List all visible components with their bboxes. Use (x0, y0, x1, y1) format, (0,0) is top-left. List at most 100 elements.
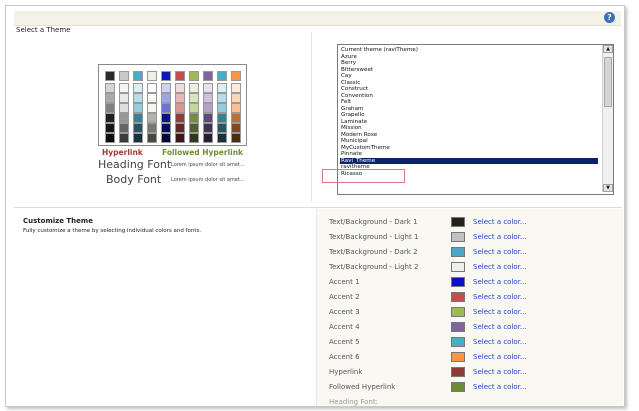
preview-swatch (217, 93, 227, 103)
preview-swatch (119, 113, 129, 123)
preview-heading-sample: Lorem ipsum dolor sit amet... (171, 162, 245, 168)
color-swatch[interactable] (451, 367, 465, 377)
color-setting-row: Accent 5 Select a color... (324, 336, 624, 350)
color-setting-label: Accent 6 (329, 353, 360, 361)
preview-followed-hyperlink: Followed Hyperlink (162, 148, 244, 157)
preview-swatch (161, 123, 171, 133)
preview-swatch (203, 133, 213, 143)
theme-preview-palette (98, 64, 247, 146)
color-swatch[interactable] (451, 217, 465, 227)
select-color-link[interactable]: Select a color... (473, 293, 527, 301)
color-swatch[interactable] (451, 322, 465, 332)
preview-swatch (203, 103, 213, 113)
preview-swatch (175, 71, 185, 81)
preview-swatch (147, 103, 157, 113)
theme-list-items: Current theme (raviTheme) Azure Berry Bitte… (340, 47, 598, 177)
preview-swatch (119, 83, 129, 93)
preview-swatch (161, 133, 171, 143)
color-swatch[interactable] (451, 292, 465, 302)
select-color-link[interactable]: Select a color... (473, 218, 527, 226)
preview-swatch (175, 123, 185, 133)
help-icon[interactable]: ? (604, 12, 615, 23)
preview-swatch (189, 133, 199, 143)
select-color-link[interactable]: Select a color... (473, 233, 527, 241)
color-setting-label: Text/Background - Dark 1 (329, 218, 418, 226)
preview-heading-font: Heading Font (98, 158, 172, 171)
preview-swatch (189, 71, 199, 81)
preview-swatch (105, 103, 115, 113)
color-swatch[interactable] (451, 277, 465, 287)
color-swatch[interactable] (451, 307, 465, 317)
preview-swatch (203, 71, 213, 81)
preview-swatch (231, 123, 241, 133)
color-setting-row: Text/Background - Dark 1 Select a color..… (324, 216, 624, 230)
color-setting-label: Accent 4 (329, 323, 360, 331)
theme-list-scrollbar[interactable]: ▲ ▼ (602, 45, 613, 192)
preview-swatch (189, 83, 199, 93)
color-swatch[interactable] (451, 247, 465, 257)
preview-swatch (105, 83, 115, 93)
preview-swatch (189, 103, 199, 113)
preview-swatch (161, 113, 171, 123)
color-setting-row: Accent 4 Select a color... (324, 321, 624, 335)
color-setting-row: Accent 3 Select a color... (324, 306, 624, 320)
preview-swatch (231, 93, 241, 103)
preview-swatch (203, 83, 213, 93)
color-swatch[interactable] (451, 262, 465, 272)
preview-swatch (175, 133, 185, 143)
selection-highlight-box (322, 169, 405, 183)
color-swatch[interactable] (451, 337, 465, 347)
color-swatch[interactable] (451, 382, 465, 392)
select-color-link[interactable]: Select a color... (473, 368, 527, 376)
color-swatch[interactable] (451, 352, 465, 362)
preview-swatch (105, 71, 115, 81)
preview-swatch (119, 93, 129, 103)
scroll-thumb[interactable] (604, 57, 612, 107)
preview-swatch (217, 71, 227, 81)
preview-swatch (161, 103, 171, 113)
preview-swatch (105, 133, 115, 143)
color-setting-row: Hyperlink Select a color... (324, 366, 624, 380)
color-setting-label: Text/Background - Light 2 (329, 263, 419, 271)
preview-swatch (147, 71, 157, 81)
preview-swatch (231, 71, 241, 81)
scroll-down-icon[interactable]: ▼ (603, 184, 613, 192)
preview-body-font: Body Font (106, 173, 162, 186)
select-color-link[interactable]: Select a color... (473, 338, 527, 346)
preview-swatch (175, 93, 185, 103)
theme-window: ? Select a Theme Hyperlink Followed Hype… (5, 5, 625, 407)
color-setting-row: Accent 1 Select a color... (324, 276, 624, 290)
select-color-link[interactable]: Select a color... (473, 353, 527, 361)
select-color-link[interactable]: Select a color... (473, 278, 527, 286)
select-color-link[interactable]: Select a color... (473, 263, 527, 271)
preview-swatch (203, 123, 213, 133)
color-setting-row: Accent 2 Select a color... (324, 291, 624, 305)
preview-swatch (189, 93, 199, 103)
preview-swatch (105, 113, 115, 123)
preview-swatch (161, 93, 171, 103)
scroll-up-icon[interactable]: ▲ (603, 45, 613, 53)
select-color-link[interactable]: Select a color... (473, 248, 527, 256)
preview-swatch (217, 103, 227, 113)
select-color-link[interactable]: Select a color... (473, 383, 527, 391)
select-color-link[interactable]: Select a color... (473, 308, 527, 316)
color-setting-label: Hyperlink (329, 368, 363, 376)
color-setting-label: Text/Background - Dark 2 (329, 248, 418, 256)
preview-swatch (231, 103, 241, 113)
color-swatch[interactable] (451, 232, 465, 242)
color-setting-label: Text/Background - Light 1 (329, 233, 419, 241)
preview-swatch (189, 113, 199, 123)
color-setting-row: Text/Background - Light 1 Select a color.… (324, 231, 624, 245)
section-divider (14, 207, 622, 208)
preview-swatch (105, 123, 115, 133)
preview-swatch (217, 133, 227, 143)
preview-swatch (231, 133, 241, 143)
preview-swatch (119, 103, 129, 113)
preview-swatch (133, 71, 143, 81)
preview-body-sample: Lorem ipsum dolor sit amet... (171, 177, 245, 183)
preview-swatch (147, 123, 157, 133)
heading-font-row: Heading Font: (324, 396, 624, 406)
preview-swatch (133, 113, 143, 123)
preview-swatch (119, 123, 129, 133)
select-color-link[interactable]: Select a color... (473, 323, 527, 331)
